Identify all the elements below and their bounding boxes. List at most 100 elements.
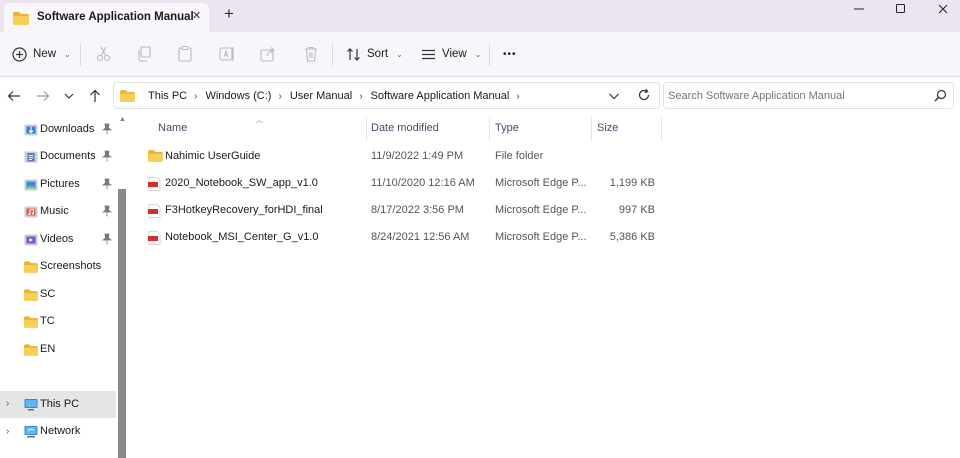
sidebar-scrollbar-thumb[interactable]: [118, 189, 126, 458]
sidebar-item-pictures[interactable]: Pictures: [0, 173, 116, 197]
plus-circle-icon: [12, 46, 27, 62]
sidebar-item-en[interactable]: EN: [0, 338, 116, 362]
computer-icon: [24, 399, 38, 411]
sidebar-item-label: Documents: [40, 150, 96, 162]
chevron-right-icon[interactable]: ›: [278, 91, 281, 102]
column-header-name[interactable]: Name: [158, 122, 187, 134]
new-label: New: [33, 48, 57, 60]
sidebar-item-screenshots[interactable]: Screenshots: [0, 255, 116, 279]
paste-icon[interactable]: [176, 45, 194, 63]
sidebar-item-videos[interactable]: Videos: [0, 228, 116, 252]
pin-icon[interactable]: [102, 123, 112, 135]
sidebar-item-documents[interactable]: Documents: [0, 145, 116, 169]
folder-icon: [24, 316, 38, 328]
column-divider[interactable]: [591, 117, 592, 141]
pin-icon[interactable]: [102, 150, 112, 162]
navigation-pane: Downloads Documents Pictures Music Video…: [0, 113, 128, 458]
table-row[interactable]: 2020_Notebook_SW_app_v1.0 11/10/2020 12:…: [142, 171, 661, 197]
address-dropdown-icon[interactable]: [608, 90, 620, 102]
folder-icon: [120, 90, 135, 102]
search-box[interactable]: [663, 82, 954, 109]
file-list: ︿ Name Date modified Type Size Nahimic U…: [128, 113, 960, 458]
chevron-down-icon: ⌄: [64, 49, 71, 59]
new-tab-button[interactable]: +: [224, 5, 234, 22]
pin-icon[interactable]: [102, 233, 112, 245]
up-button[interactable]: [86, 87, 104, 105]
column-header-size[interactable]: Size: [597, 122, 618, 134]
sidebar-item-label: This PC: [40, 398, 80, 410]
minimize-icon: [854, 8, 864, 10]
search-input[interactable]: [668, 90, 918, 102]
refresh-icon[interactable]: [637, 88, 651, 102]
divider: [332, 44, 333, 66]
sidebar-item-label: Screenshots: [40, 260, 102, 272]
file-name: F3HotkeyRecovery_forHDI_final: [165, 204, 323, 216]
sidebar-item-label: TC: [40, 315, 55, 327]
scroll-up-icon[interactable]: ▲: [119, 116, 126, 123]
tab-close-button[interactable]: ✕: [192, 9, 201, 22]
table-row[interactable]: Notebook_MSI_Center_G_v1.0 8/24/2021 12:…: [142, 225, 661, 251]
pdf-file-icon: [148, 204, 161, 218]
recent-locations-button[interactable]: [60, 87, 78, 105]
folder-icon: [13, 12, 29, 25]
crumb-software-application-manual[interactable]: Software Application Manual: [371, 90, 510, 102]
arrow-up-icon: [90, 89, 100, 102]
back-button[interactable]: [5, 87, 23, 105]
cut-icon[interactable]: [95, 45, 113, 63]
folder-icon: [148, 150, 163, 162]
chevron-right-icon[interactable]: ›: [6, 426, 9, 437]
sort-button[interactable]: Sort ⌄: [346, 44, 403, 64]
sidebar-item-label: Downloads: [40, 123, 95, 135]
more-options-button[interactable]: •••: [503, 44, 517, 64]
file-size: 997 KB: [618, 204, 655, 216]
chevron-right-icon[interactable]: ›: [6, 398, 9, 409]
column-divider[interactable]: [366, 117, 367, 141]
sidebar-item-network[interactable]: › Network: [0, 420, 116, 444]
sidebar-item-label: Music: [40, 205, 69, 217]
tab-software-application-manual[interactable]: Software Application Manual ✕: [4, 3, 209, 32]
file-date: 8/24/2021 12:56 AM: [371, 231, 470, 243]
view-button[interactable]: View ⌄: [421, 44, 481, 64]
sidebar-item-this-pc[interactable]: › This PC: [0, 391, 116, 418]
address-bar[interactable]: This PC › Windows (C:) › User Manual › S…: [113, 82, 660, 109]
arrow-right-icon: [37, 91, 50, 101]
pin-icon[interactable]: [102, 178, 112, 190]
forward-button[interactable]: [34, 87, 52, 105]
column-header-date-modified[interactable]: Date modified: [371, 122, 439, 134]
copy-icon[interactable]: [136, 45, 154, 63]
chevron-right-icon[interactable]: ›: [194, 91, 197, 102]
sidebar-item-sc[interactable]: SC: [0, 283, 116, 307]
address-row: This PC › Windows (C:) › User Manual › S…: [0, 78, 960, 113]
chevron-down-icon: ⌄: [396, 49, 403, 59]
maximize-button[interactable]: [878, 0, 924, 18]
breadcrumb: This PC › Windows (C:) › User Manual › S…: [148, 90, 528, 102]
minimize-button[interactable]: [836, 0, 882, 18]
divider: [489, 44, 490, 66]
column-divider[interactable]: [489, 117, 490, 141]
delete-icon[interactable]: [302, 45, 320, 63]
pdf-file-icon: [148, 177, 161, 191]
sidebar-item-music[interactable]: Music: [0, 200, 116, 224]
sidebar-item-label: Videos: [40, 233, 74, 245]
crumb-windows-c[interactable]: Windows (C:): [205, 90, 271, 102]
sidebar-item-tc[interactable]: TC: [0, 310, 116, 334]
chevron-right-icon[interactable]: ›: [359, 91, 362, 102]
pin-icon[interactable]: [102, 205, 112, 217]
rename-icon[interactable]: [218, 45, 236, 63]
title-bar: Software Application Manual ✕ +: [0, 0, 960, 32]
videos-icon: [24, 234, 38, 246]
sidebar-item-label: Network: [40, 425, 81, 437]
share-icon[interactable]: [259, 45, 277, 63]
crumb-this-pc[interactable]: This PC: [148, 90, 187, 102]
column-header-type[interactable]: Type: [495, 122, 519, 134]
music-icon: [24, 206, 38, 218]
sidebar-item-downloads[interactable]: Downloads: [0, 118, 116, 142]
crumb-user-manual[interactable]: User Manual: [290, 90, 352, 102]
chevron-right-icon[interactable]: ›: [516, 91, 519, 102]
table-row[interactable]: Nahimic UserGuide 11/9/2022 1:49 PM File…: [142, 144, 661, 170]
close-window-button[interactable]: [920, 0, 960, 18]
column-divider[interactable]: [661, 117, 662, 141]
file-size: 1,199 KB: [609, 177, 655, 189]
new-button[interactable]: New ⌄: [12, 44, 71, 64]
table-row[interactable]: F3HotkeyRecovery_forHDI_final 8/17/2022 …: [142, 198, 661, 224]
